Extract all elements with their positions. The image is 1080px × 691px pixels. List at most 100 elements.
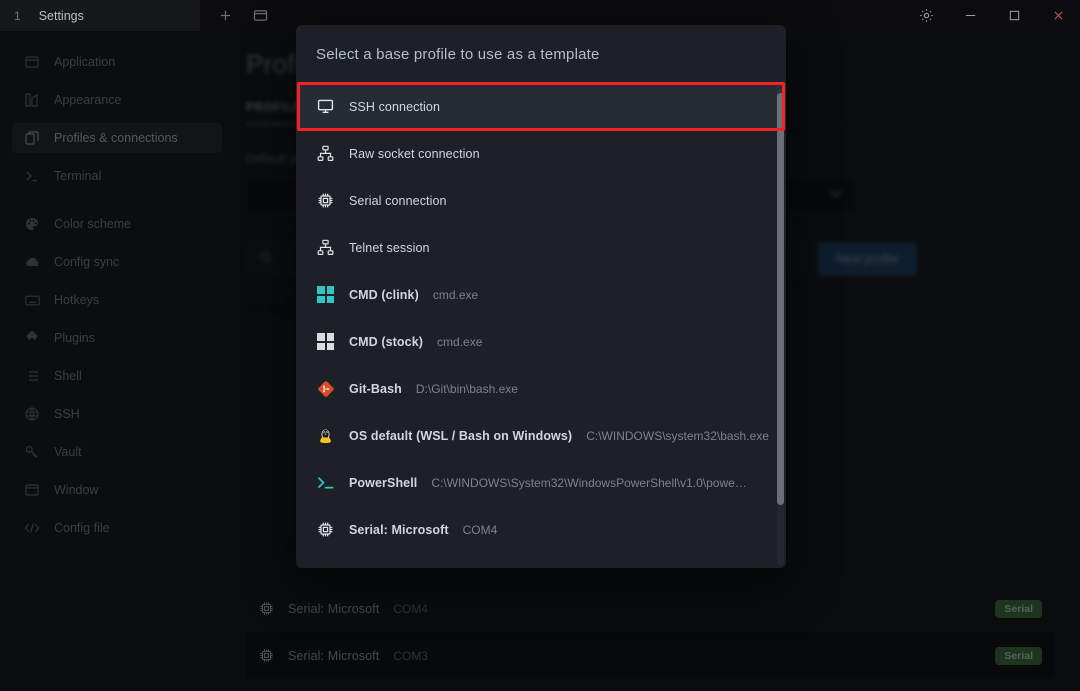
option-sub: cmd.exe	[432, 287, 479, 302]
status-badge: Serial	[995, 646, 1042, 665]
option-label: Serial connection	[349, 193, 447, 208]
palette-brush-icon	[24, 92, 40, 108]
window-icon	[24, 54, 40, 70]
option-serial-connection[interactable]: Serial connection	[296, 177, 786, 224]
option-sub: D:\Git\bin\bash.exe	[415, 381, 518, 396]
new-profile-button[interactable]: New profile	[818, 242, 917, 276]
sidebar-item-profiles-and-connections[interactable]: Profiles & connections	[12, 123, 222, 153]
sidebar-item-label: Color scheme	[54, 217, 132, 231]
option-ssh-connection[interactable]: SSH connection	[296, 83, 786, 130]
option-powershell[interactable]: PowerShell C:\WINDOWS\System32\WindowsPo…	[296, 459, 786, 506]
chip-icon	[258, 648, 274, 664]
sidebar-item-label: Appearance	[54, 93, 122, 107]
option-sub: COM4	[462, 522, 498, 537]
base-profile-option-list: SSH connection Raw socket connection Ser…	[296, 81, 786, 568]
minimize-button[interactable]	[948, 0, 992, 31]
network-icon	[316, 144, 335, 163]
tux-icon	[316, 426, 335, 445]
cloud-icon	[24, 254, 40, 270]
table-row[interactable]: Serial: Microsoft COM4 Serial	[246, 585, 1054, 632]
sidebar-item-label: Config sync	[54, 255, 120, 269]
sidebar-item-label: Terminal	[54, 169, 102, 183]
option-label: Telnet session	[349, 240, 430, 255]
option-label: Serial: Microsoft	[349, 522, 449, 537]
option-sub: cmd.exe	[437, 334, 483, 349]
windows-white-icon	[316, 332, 335, 351]
chip-icon	[258, 601, 274, 617]
window-icon	[24, 482, 40, 498]
option-cmd-clink[interactable]: CMD (clink) cmd.exe	[296, 271, 786, 318]
sidebar-item-label: Shell	[54, 369, 82, 383]
status-badge: Serial	[995, 599, 1042, 618]
profile-name: Serial: Microsoft	[288, 601, 380, 616]
option-os-default-wsl[interactable]: OS default (WSL / Bash on Windows) C:\WI…	[296, 412, 786, 459]
prompt-icon	[24, 168, 40, 184]
option-raw-socket-connection[interactable]: Raw socket connection	[296, 130, 786, 177]
option-serial-microsoft-com4[interactable]: Serial: Microsoft COM4	[296, 506, 786, 553]
palette-icon	[24, 216, 40, 232]
maximize-button[interactable]	[992, 0, 1036, 31]
chevron-down-icon	[829, 185, 843, 203]
sidebar-item-ssh[interactable]: SSH	[12, 399, 222, 429]
option-label: Git-Bash	[349, 381, 402, 396]
option-cmd-stock[interactable]: CMD (stock) cmd.exe	[296, 318, 786, 365]
sidebar-item-label: Config file	[54, 521, 110, 535]
profile-sub: COM4	[393, 601, 428, 616]
keyboard-icon	[24, 292, 40, 308]
option-label: CMD (stock)	[349, 334, 424, 349]
chevron-down-icon	[246, 302, 260, 316]
window-icon[interactable]	[253, 9, 268, 22]
option-sub: C:\WINDOWS\System32\WindowsPowerShell\v1…	[431, 475, 747, 490]
puzzle-icon	[24, 330, 40, 346]
table-row[interactable]: Serial: Microsoft COM3 Serial	[246, 632, 1054, 679]
tab-index: 1	[14, 8, 21, 23]
chip-icon	[316, 191, 335, 210]
dialog-scrollbar-thumb[interactable]	[777, 93, 784, 505]
sidebar-item-label: SSH	[54, 407, 80, 421]
tab-label: Settings	[38, 8, 84, 23]
sidebar-item-hotkeys[interactable]: Hotkeys	[12, 285, 222, 315]
profile-list: Serial: Microsoft COM4 Serial Serial: Mi…	[246, 585, 1054, 679]
option-label: OS default (WSL / Bash on Windows)	[349, 428, 573, 443]
dialog-title: Select a base profile to use as a templa…	[316, 46, 600, 63]
code-icon	[24, 520, 40, 536]
sidebar-item-color-scheme[interactable]: Color scheme	[12, 209, 222, 239]
app-window: 1 Settings Application Appearance Profil…	[0, 0, 1080, 691]
sidebar-item-config-file[interactable]: Config file	[12, 513, 222, 543]
tab-settings[interactable]: 1 Settings	[0, 0, 200, 31]
sidebar-item-shell[interactable]: Shell	[12, 361, 222, 391]
plus-icon[interactable]	[218, 8, 233, 23]
sidebar-item-application[interactable]: Application	[12, 47, 222, 77]
sidebar-item-label: Hotkeys	[54, 293, 100, 307]
search-icon	[259, 250, 273, 269]
network-icon	[316, 238, 335, 257]
sidebar-item-label: Profiles & connections	[54, 131, 178, 145]
option-label: SSH connection	[349, 99, 441, 114]
gear-icon[interactable]	[904, 0, 948, 31]
globe-icon	[24, 406, 40, 422]
option-sub: C:\WINDOWS\system32\bash.exe	[586, 428, 769, 443]
sidebar-item-vault[interactable]: Vault	[12, 437, 222, 467]
option-git-bash[interactable]: Git-Bash D:\Git\bin\bash.exe	[296, 365, 786, 412]
copy-icon	[24, 130, 40, 146]
close-button[interactable]	[1036, 0, 1080, 31]
list-icon	[24, 368, 40, 384]
sidebar-item-plugins[interactable]: Plugins	[12, 323, 222, 353]
sidebar-item-label: Plugins	[54, 331, 95, 345]
option-label: CMD (clink)	[349, 287, 419, 302]
git-icon	[316, 379, 335, 398]
monitor-icon	[316, 97, 335, 116]
sidebar-item-label: Window	[54, 483, 99, 497]
option-telnet-session[interactable]: Telnet session	[296, 224, 786, 271]
option-label: Raw socket connection	[349, 146, 480, 161]
option-label: PowerShell	[349, 475, 418, 490]
sidebar-item-window[interactable]: Window	[12, 475, 222, 505]
chip-icon	[316, 520, 335, 539]
powershell-icon	[316, 473, 335, 492]
profile-name: Serial: Microsoft	[288, 648, 380, 663]
sidebar-item-terminal[interactable]: Terminal	[12, 161, 222, 191]
windows-teal-icon	[316, 285, 335, 304]
sidebar-item-appearance[interactable]: Appearance	[12, 85, 222, 115]
sidebar-item-config-sync[interactable]: Config sync	[12, 247, 222, 277]
sidebar-item-label: Application	[54, 55, 116, 69]
